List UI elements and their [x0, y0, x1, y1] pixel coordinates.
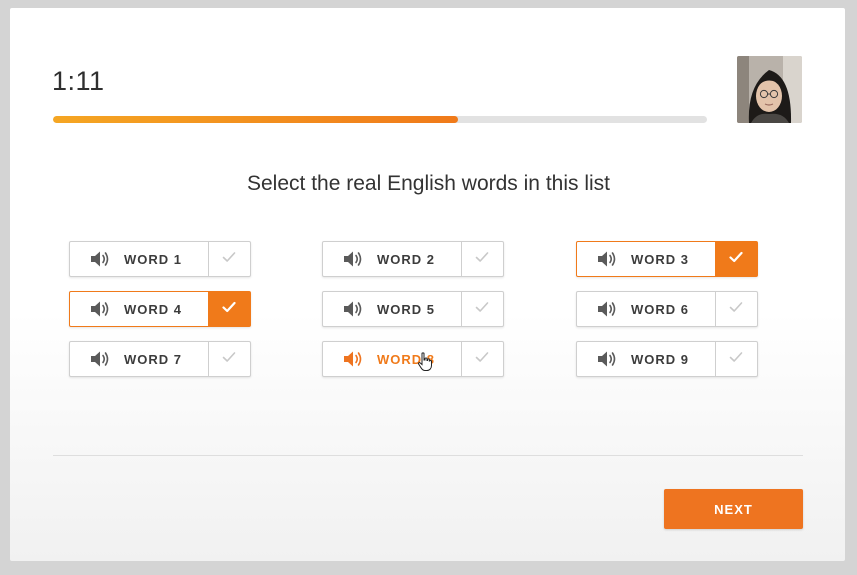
- speaker-icon: [597, 350, 621, 368]
- word-select-checkbox[interactable]: [460, 242, 503, 276]
- checkmark-icon: [729, 250, 743, 268]
- word-audio-play[interactable]: WORD 4: [70, 292, 208, 326]
- word-label: WORD 9: [631, 351, 689, 367]
- word-label: WORD 2: [377, 251, 435, 267]
- word-label: WORD 7: [124, 351, 182, 367]
- word-audio-play[interactable]: WORD 7: [70, 342, 208, 376]
- word-option-6[interactable]: WORD 6: [576, 291, 758, 327]
- word-label: WORD 6: [631, 301, 689, 317]
- speaker-icon: [343, 300, 367, 318]
- word-select-checkbox[interactable]: [207, 342, 250, 376]
- word-select-checkbox[interactable]: [714, 292, 757, 326]
- word-select-checkbox[interactable]: [207, 242, 250, 276]
- word-select-checkbox[interactable]: [714, 242, 757, 276]
- word-audio-play[interactable]: WORD 8: [323, 342, 461, 376]
- checkmark-icon: [475, 250, 489, 268]
- question-prompt: Select the real English words in this li…: [247, 172, 610, 195]
- word-select-checkbox[interactable]: [207, 292, 250, 326]
- progress-fill: [53, 116, 459, 123]
- timer: 1:11: [52, 66, 105, 96]
- word-label: WORD 3: [631, 251, 689, 267]
- word-audio-play[interactable]: WORD 9: [577, 342, 715, 376]
- word-audio-play[interactable]: WORD 1: [70, 242, 208, 276]
- speaker-icon: [597, 300, 621, 318]
- word-audio-play[interactable]: WORD 2: [323, 242, 461, 276]
- word-option-2[interactable]: WORD 2: [322, 241, 504, 277]
- word-audio-play[interactable]: WORD 3: [577, 242, 715, 276]
- word-label: WORD 1: [124, 251, 182, 267]
- checkmark-icon: [475, 350, 489, 368]
- progress-bar: [53, 116, 707, 123]
- speaker-icon: [343, 250, 367, 268]
- checkmark-icon: [222, 350, 236, 368]
- word-label: WORD 4: [124, 301, 182, 317]
- word-option-8[interactable]: WORD 8: [322, 341, 504, 377]
- checkmark-icon: [222, 300, 236, 318]
- word-select-checkbox[interactable]: [460, 292, 503, 326]
- checkmark-icon: [729, 300, 743, 318]
- word-option-9[interactable]: WORD 9: [576, 341, 758, 377]
- word-select-checkbox[interactable]: [714, 342, 757, 376]
- checkmark-icon: [222, 250, 236, 268]
- word-option-3[interactable]: WORD 3: [576, 241, 758, 277]
- webcam-preview: [737, 56, 802, 123]
- speaker-icon: [90, 350, 114, 368]
- word-option-1[interactable]: WORD 1: [69, 241, 251, 277]
- word-audio-play[interactable]: WORD 6: [577, 292, 715, 326]
- word-option-5[interactable]: WORD 5: [322, 291, 504, 327]
- speaker-icon: [90, 300, 114, 318]
- quiz-card: [10, 8, 845, 561]
- speaker-icon: [90, 250, 114, 268]
- word-label: WORD 5: [377, 301, 435, 317]
- word-audio-play[interactable]: WORD 5: [323, 292, 461, 326]
- word-option-7[interactable]: WORD 7: [69, 341, 251, 377]
- checkmark-icon: [475, 300, 489, 318]
- speaker-icon: [597, 250, 621, 268]
- next-button[interactable]: NEXT: [664, 489, 803, 529]
- checkmark-icon: [729, 350, 743, 368]
- divider: [53, 455, 803, 456]
- speaker-icon: [343, 350, 367, 368]
- word-option-4[interactable]: WORD 4: [69, 291, 251, 327]
- word-select-checkbox[interactable]: [460, 342, 503, 376]
- word-label: WORD 8: [377, 351, 435, 367]
